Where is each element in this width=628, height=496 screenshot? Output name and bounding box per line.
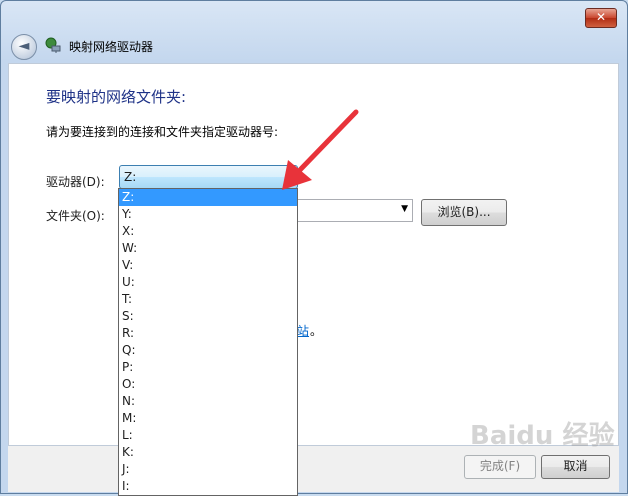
drive-label: 驱动器(D): xyxy=(46,175,105,189)
dropdown-item-i[interactable]: I: xyxy=(119,478,297,495)
browse-button[interactable]: 浏览(B)... xyxy=(421,199,507,226)
close-button[interactable]: ✕ xyxy=(585,8,617,28)
dropdown-item-k[interactable]: K: xyxy=(119,444,297,461)
dropdown-item-v[interactable]: V: xyxy=(119,257,297,274)
page-heading: 要映射的网络文件夹: xyxy=(46,88,187,106)
folder-label: 文件夹(O): xyxy=(46,209,105,223)
dropdown-item-t[interactable]: T: xyxy=(119,291,297,308)
dropdown-item-p[interactable]: P: xyxy=(119,359,297,376)
drive-dropdown-list: Z: Y: X: W: V: U: T: S: R: Q: P: O: N: M: L: K: J: I: xyxy=(118,188,298,496)
red-arrow-annotation xyxy=(282,109,359,190)
drive-select-value: Z: xyxy=(124,170,137,184)
dropdown-item-m[interactable]: M: xyxy=(119,410,297,427)
finish-button[interactable]: 完成(F) xyxy=(464,455,536,479)
instruction-text: 请为要连接到的连接和文件夹指定驱动器号: xyxy=(46,125,279,139)
dropdown-item-x[interactable]: X: xyxy=(119,223,297,240)
dropdown-item-s[interactable]: S: xyxy=(119,308,297,325)
dropdown-item-u[interactable]: U: xyxy=(119,274,297,291)
link-punctuation: 。 xyxy=(310,324,323,338)
window-title: 映射网络驱动器 xyxy=(69,40,154,54)
dropdown-item-l[interactable]: L: xyxy=(119,427,297,444)
dropdown-item-q[interactable]: Q: xyxy=(119,342,297,359)
folder-combobox[interactable]: ▼ xyxy=(297,199,413,222)
dropdown-item-r[interactable]: R: xyxy=(119,325,297,342)
info-link[interactable]: 站 xyxy=(297,322,309,339)
network-drive-icon xyxy=(45,37,61,53)
cancel-button[interactable]: 取消 xyxy=(541,455,610,479)
dropdown-item-o[interactable]: O: xyxy=(119,376,297,393)
baidu-watermark: Baidu 经验 xyxy=(470,421,615,451)
dropdown-item-w[interactable]: W: xyxy=(119,240,297,257)
chevron-down-icon[interactable]: ▼ xyxy=(401,204,408,214)
dropdown-item-y[interactable]: Y: xyxy=(119,206,297,223)
dropdown-item-n[interactable]: N: xyxy=(119,393,297,410)
back-button[interactable]: ◄ xyxy=(11,34,37,60)
dropdown-item-j[interactable]: J: xyxy=(119,461,297,478)
